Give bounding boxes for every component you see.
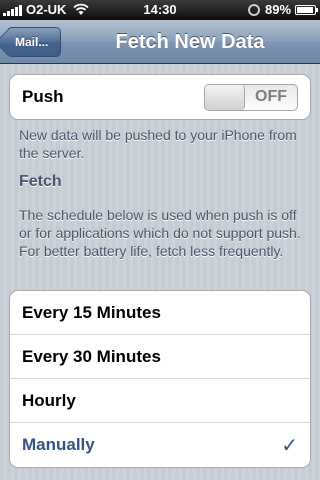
toggle-state-label: OFF <box>255 88 287 105</box>
fetch-section-header: Fetch <box>19 173 62 190</box>
option-label: Every 30 Minutes <box>22 346 161 366</box>
push-cell: Push OFF <box>10 75 310 119</box>
push-toggle[interactable]: OFF <box>204 83 298 111</box>
battery-icon <box>295 5 318 15</box>
status-bar: O2-UK 14:30 89% <box>0 0 320 20</box>
toggle-knob <box>205 84 245 110</box>
fetch-option-manually[interactable]: Manually ✓ <box>10 423 310 467</box>
fetch-option-hourly[interactable]: Hourly <box>10 379 310 423</box>
page-title: Fetch New Data <box>115 30 265 53</box>
option-label: Manually <box>22 435 95 454</box>
back-button[interactable]: Mail... <box>7 27 61 57</box>
checkmark-icon: ✓ <box>281 434 298 457</box>
battery-percentage: 89% <box>265 2 292 17</box>
push-group: Push OFF <box>9 74 311 120</box>
fetch-options-group: Every 15 Minutes Every 30 Minutes Hourly… <box>9 290 311 468</box>
back-button-label: Mail... <box>15 35 49 49</box>
fetch-option-every-15-minutes[interactable]: Every 15 Minutes <box>10 291 310 335</box>
push-description: New data will be pushed to your iPhone f… <box>19 127 297 161</box>
fetch-option-every-30-minutes[interactable]: Every 30 Minutes <box>10 335 310 379</box>
fetch-description: The schedule below is used when push is … <box>19 207 301 259</box>
rotation-lock-icon <box>248 4 260 16</box>
option-label: Every 15 Minutes <box>22 302 161 322</box>
navigation-bar: Mail... Fetch New Data <box>0 20 320 64</box>
option-label: Hourly <box>22 390 76 410</box>
push-label: Push <box>22 87 64 106</box>
